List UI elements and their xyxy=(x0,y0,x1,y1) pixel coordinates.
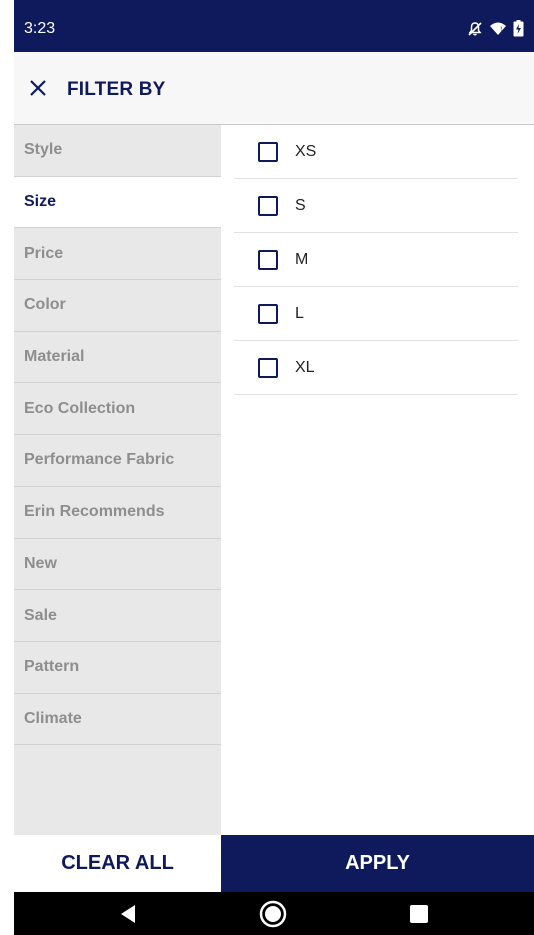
category-item-style[interactable]: Style xyxy=(14,125,221,177)
close-button[interactable] xyxy=(26,76,50,100)
wifi-icon: ! xyxy=(489,21,507,37)
checkbox[interactable] xyxy=(258,195,278,216)
category-item-erin-recommends[interactable]: Erin Recommends xyxy=(14,487,221,539)
checkbox[interactable] xyxy=(258,249,278,270)
category-label: Performance Fabric xyxy=(24,451,175,469)
category-label: Size xyxy=(24,193,57,211)
category-label: Material xyxy=(24,348,85,366)
option-label: XS xyxy=(295,142,317,160)
category-item-climate[interactable]: Climate xyxy=(14,694,221,746)
battery-charging-icon xyxy=(513,20,524,37)
size-option-xl[interactable]: XL xyxy=(234,341,518,395)
option-label: L xyxy=(295,304,304,322)
page-title: FILTER BY xyxy=(67,79,166,100)
system-nav-bar xyxy=(14,892,534,935)
clear-all-button[interactable]: CLEAR ALL xyxy=(14,835,221,892)
category-list: Style Size Price Color Material Eco Coll… xyxy=(14,125,221,835)
category-label: Sale xyxy=(24,606,57,624)
category-label: Climate xyxy=(24,709,82,727)
bottom-action-bar: CLEAR ALL APPLY xyxy=(14,835,534,892)
category-item-sale[interactable]: Sale xyxy=(14,590,221,642)
home-icon[interactable] xyxy=(259,900,287,933)
status-time: 3:23 xyxy=(24,20,56,37)
checkbox[interactable] xyxy=(258,303,278,324)
category-item-size[interactable]: Size xyxy=(14,176,221,229)
filter-header: FILTER BY xyxy=(14,52,534,125)
checkbox[interactable] xyxy=(258,141,278,162)
size-option-m[interactable]: M xyxy=(234,233,518,287)
recents-icon[interactable] xyxy=(410,905,428,928)
checkbox[interactable] xyxy=(258,357,278,378)
category-item-pattern[interactable]: Pattern xyxy=(14,642,221,694)
option-label: XL xyxy=(295,358,315,376)
category-item-price[interactable]: Price xyxy=(14,228,221,281)
category-label: Erin Recommends xyxy=(24,503,165,521)
category-item-new[interactable]: New xyxy=(14,539,221,591)
status-icons: ! xyxy=(467,20,524,37)
category-label: Price xyxy=(24,244,64,262)
category-label: Color xyxy=(24,296,66,314)
size-option-s[interactable]: S xyxy=(234,179,518,233)
size-option-l[interactable]: L xyxy=(234,287,518,341)
back-icon[interactable] xyxy=(118,904,138,929)
category-label: New xyxy=(24,554,57,572)
notifications-off-icon xyxy=(467,21,483,37)
category-label: Pattern xyxy=(24,658,80,676)
status-bar: 3:23 ! xyxy=(14,0,534,52)
close-icon xyxy=(30,80,46,96)
size-option-xs[interactable]: XS xyxy=(234,125,518,179)
category-label: Style xyxy=(24,141,63,159)
app-frame: 3:23 ! FILTER BY Style Size Price Color … xyxy=(14,0,534,935)
apply-button[interactable]: APPLY xyxy=(221,835,534,892)
category-item-color[interactable]: Color xyxy=(14,280,221,332)
category-item-eco-collection[interactable]: Eco Collection xyxy=(14,383,221,436)
svg-text:!: ! xyxy=(500,26,502,33)
option-label: S xyxy=(295,196,306,214)
size-options-list: XS S M L XL xyxy=(221,125,534,835)
category-item-material[interactable]: Material xyxy=(14,332,221,384)
category-label: Eco Collection xyxy=(24,399,136,417)
option-label: M xyxy=(295,250,309,268)
category-item-performance-fabric[interactable]: Performance Fabric xyxy=(14,435,221,487)
